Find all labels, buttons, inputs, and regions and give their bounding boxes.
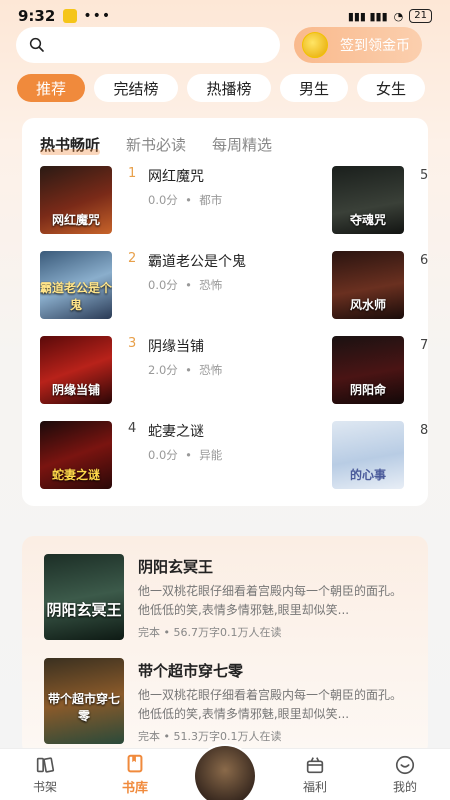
nav-library[interactable]: 书库	[90, 748, 180, 800]
book-meta: 2.0分 • 恐怖	[148, 363, 223, 377]
rank-number: 8	[420, 423, 429, 438]
rank-number: 1	[128, 166, 137, 181]
nav-bookshelf[interactable]: 书架	[0, 748, 90, 800]
ranking-tabs: 热书畅听 新书必读 每周精选	[40, 134, 272, 155]
book-cover[interactable]: 风水师	[332, 251, 404, 319]
book-cover[interactable]: 网红魔咒	[40, 166, 112, 234]
more-notifications-icon: •••	[83, 8, 112, 24]
tab-hot[interactable]: 热播榜	[187, 74, 271, 102]
book-cover[interactable]: 阴阳命	[332, 336, 404, 404]
book-cover[interactable]: 阴阳玄冥王	[44, 554, 124, 640]
header: 签到领金币	[16, 27, 436, 63]
search-icon	[29, 37, 44, 52]
category-tabs: 推荐 完结榜 热播榜 男生 女生	[17, 74, 425, 102]
book-row: 网红魔咒 1 网红魔咒 0.0分 • 都市 夺魂咒 5	[40, 166, 428, 234]
library-icon	[127, 754, 143, 772]
signal-icon: ▮▮▮ ▮▮▮	[347, 9, 388, 23]
rank-number: 4	[128, 421, 137, 436]
book-cover[interactable]: 带个超市穿七零	[44, 658, 124, 744]
checkin-button[interactable]: 签到领金币	[294, 27, 422, 63]
battery-icon: 21	[409, 9, 432, 23]
rank-number: 2	[128, 251, 137, 266]
coin-icon	[302, 32, 328, 58]
book-title[interactable]: 带个超市穿七零	[138, 660, 243, 681]
nav-welfare[interactable]: 福利	[270, 748, 360, 800]
tab-new-books[interactable]: 新书必读	[126, 134, 186, 155]
player-cover	[195, 746, 255, 800]
tab-weekly-picks[interactable]: 每周精选	[212, 134, 272, 155]
book-row: 阴缘当铺 3 阴缘当铺 2.0分 • 恐怖 阴阳命 7	[40, 336, 428, 404]
tab-completed[interactable]: 完结榜	[94, 74, 178, 102]
rank-number: 7	[420, 338, 429, 353]
tab-female[interactable]: 女生	[357, 74, 425, 102]
bookshelf-icon	[36, 756, 55, 773]
ranking-card: 热书畅听 新书必读 每周精选 网红魔咒 1 网红魔咒 0.0分 • 都市 夺魂咒…	[22, 118, 428, 506]
book-row: 蛇妻之谜 4 蛇妻之谜 0.0分 • 异能 的心事 8	[40, 421, 428, 489]
book-title[interactable]: 网红魔咒	[148, 166, 204, 186]
tab-hot-listen[interactable]: 热书畅听	[40, 134, 101, 155]
book-meta: 0.0分 • 都市	[148, 193, 223, 207]
book-cover[interactable]: 阴缘当铺	[40, 336, 112, 404]
book-meta: 0.0分 • 异能	[148, 448, 223, 462]
book-description: 他一双桃花眼仔细看着宫殿内每一个朝臣的面孔。他低低的笑,表情多情邪魅,眼里却似笑…	[138, 584, 403, 617]
profile-icon	[395, 755, 415, 774]
book-cover[interactable]: 夺魂咒	[332, 166, 404, 234]
gift-icon	[306, 756, 324, 773]
book-title[interactable]: 蛇妻之谜	[148, 421, 204, 441]
tab-recommend[interactable]: 推荐	[17, 74, 85, 102]
rank-number: 5	[420, 168, 429, 183]
tab-male[interactable]: 男生	[280, 74, 348, 102]
recommend-card: 阴阳玄冥王 阴阳玄冥王 他一双桃花眼仔细看着宫殿内每一个朝臣的面孔。他低低的笑,…	[22, 536, 428, 756]
recommend-item[interactable]: 带个超市穿七零 带个超市穿七零 他一双桃花眼仔细看着宫殿内每一个朝臣的面孔。他低…	[44, 658, 414, 744]
book-title[interactable]: 阴缘当铺	[148, 336, 204, 356]
rank-number: 6	[420, 253, 429, 268]
nav-profile[interactable]: 我的	[360, 748, 450, 800]
book-cover[interactable]: 霸道老公是个鬼	[40, 251, 112, 319]
status-time: 9:32	[18, 7, 56, 25]
book-meta: 完本 • 51.3万字0.1万人在读	[138, 730, 282, 743]
book-cover[interactable]: 的心事	[332, 421, 404, 489]
book-row: 霸道老公是个鬼 2 霸道老公是个鬼 0.0分 • 恐怖 风水师 6	[40, 251, 428, 319]
now-playing-cover[interactable]	[193, 744, 257, 800]
book-meta: 0.0分 • 恐怖	[148, 278, 223, 292]
book-meta: 完本 • 56.7万字0.1万人在读	[138, 626, 282, 639]
search-input[interactable]	[16, 27, 280, 63]
rank-number: 3	[128, 336, 137, 351]
app-notification-icon	[63, 9, 78, 23]
checkin-label: 签到领金币	[340, 38, 410, 54]
book-title[interactable]: 霸道老公是个鬼	[148, 251, 246, 271]
book-title[interactable]: 阴阳玄冥王	[138, 556, 213, 577]
recommend-item[interactable]: 阴阳玄冥王 阴阳玄冥王 他一双桃花眼仔细看着宫殿内每一个朝臣的面孔。他低低的笑,…	[44, 554, 414, 640]
book-cover[interactable]: 蛇妻之谜	[40, 421, 112, 489]
book-description: 他一双桃花眼仔细看着宫殿内每一个朝臣的面孔。他低低的笑,表情多情邪魅,眼里却似笑…	[138, 688, 403, 721]
wifi-icon: ◔	[393, 9, 404, 23]
